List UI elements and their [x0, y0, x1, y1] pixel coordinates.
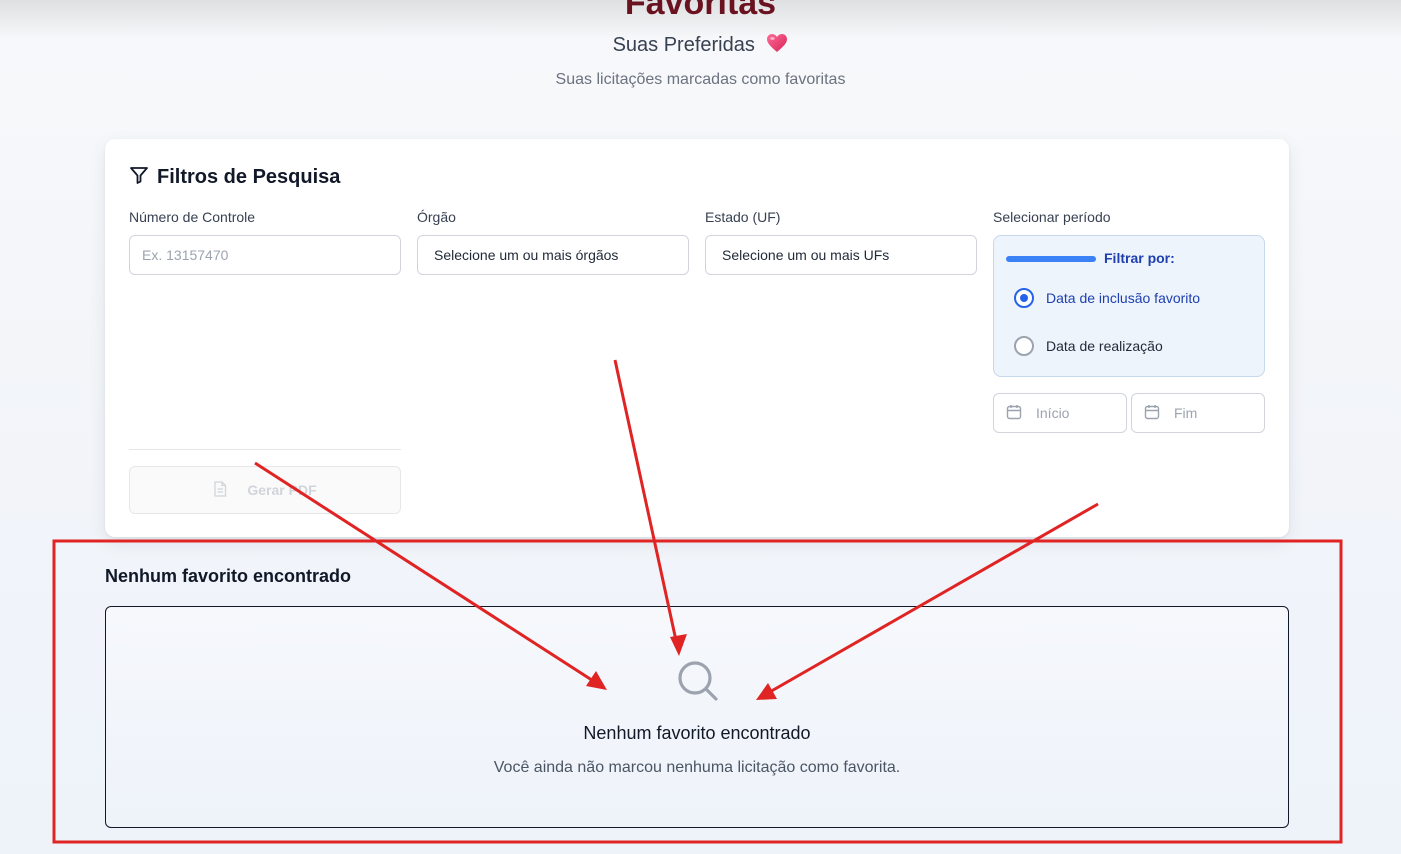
empty-state-box: Nenhum favorito encontrado Você ainda nã… [105, 606, 1289, 828]
generate-pdf-label: Gerar PDF [247, 482, 317, 498]
filter-header: Filtros de Pesquisa [129, 165, 340, 189]
empty-state-title: Nenhum favorito encontrado [583, 723, 811, 743]
results-title: Nenhum favorito encontrado [105, 566, 352, 586]
radio-option-label: Data de inclusão favorito [1046, 290, 1201, 306]
period-label: Selecionar período [993, 209, 1111, 225]
filter-title: Filtros de Pesquisa [157, 165, 341, 188]
page-description: Suas licitações marcadas como favoritas [555, 71, 846, 88]
calendar-icon [1144, 404, 1160, 423]
radio-option-realization-date[interactable]: Data de realização [1014, 336, 1163, 356]
subtitle-text: Suas Preferidas [612, 34, 755, 56]
end-date-input[interactable]: Fim [1131, 393, 1265, 433]
radio-option-inclusion-date[interactable]: Data de inclusão favorito [1014, 288, 1200, 308]
state-select[interactable]: Selecione um ou mais UFs [705, 235, 977, 275]
radio-button[interactable] [1014, 336, 1034, 356]
empty-state-description: Você ainda não marcou nenhuma licitação … [493, 759, 901, 776]
search-icon [676, 659, 720, 708]
page-subtitle: Suas Preferidas [0, 33, 1401, 59]
start-date-input[interactable]: Início [993, 393, 1127, 433]
page-title: Favoritas [624, 0, 777, 22]
heart-icon [766, 33, 788, 59]
calendar-icon [1006, 404, 1022, 423]
control-number-input[interactable] [129, 235, 401, 275]
agency-select[interactable]: Selecione um ou mais órgãos [417, 235, 689, 275]
start-date-placeholder: Início [1036, 405, 1070, 421]
state-select-value: Selecione um ou mais UFs [722, 247, 890, 263]
agency-select-value: Selecione um ou mais órgãos [434, 247, 619, 263]
divider [129, 449, 401, 450]
state-label: Estado (UF) [705, 209, 781, 225]
radio-button-checked[interactable] [1014, 288, 1034, 308]
filter-by-label: Filtrar por: [1104, 250, 1175, 266]
generate-pdf-button[interactable]: Gerar PDF [129, 466, 401, 514]
filter-icon [129, 165, 149, 190]
radio-option-label: Data de realização [1046, 338, 1163, 354]
file-icon [213, 480, 227, 500]
control-number-label: Número de Controle [129, 209, 256, 225]
end-date-placeholder: Fim [1174, 405, 1198, 421]
agency-label: Órgão [417, 209, 456, 225]
filter-card: Filtros de Pesquisa Número de Controle Ó… [105, 139, 1289, 537]
period-indicator-bar [1006, 256, 1096, 262]
period-filter-box: Filtrar por: Data de inclusão favorito D… [993, 235, 1265, 377]
